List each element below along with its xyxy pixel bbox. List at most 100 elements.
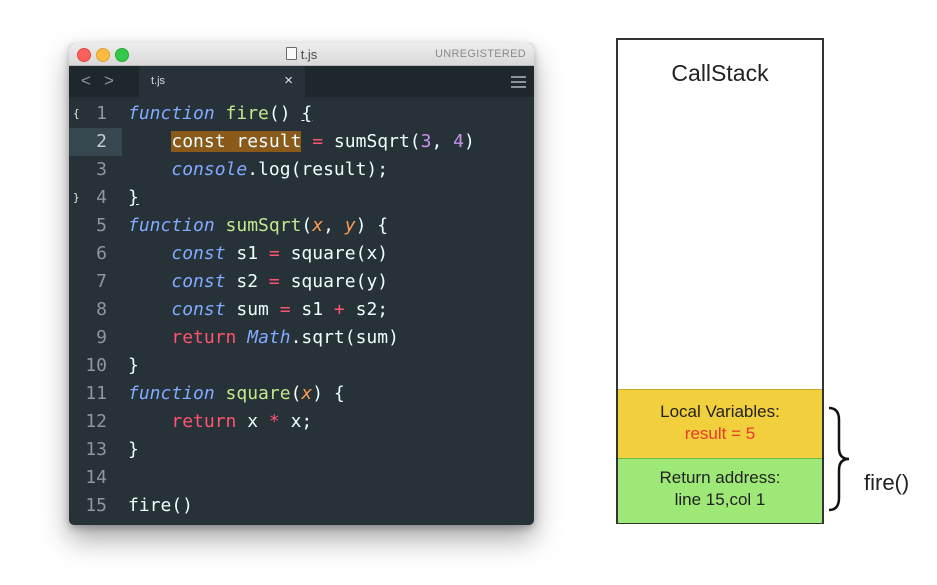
code-token: + bbox=[333, 299, 345, 320]
code-token: function bbox=[128, 103, 215, 124]
code-token: ) { bbox=[355, 215, 389, 236]
line-number: 15 bbox=[85, 495, 107, 516]
code-token: y bbox=[344, 215, 356, 236]
code-line[interactable]: 14 bbox=[69, 464, 534, 492]
line-number: 4 bbox=[96, 187, 107, 208]
code-token: , bbox=[323, 215, 345, 236]
code-token: = bbox=[301, 131, 324, 152]
code-token: fire() bbox=[128, 495, 194, 516]
line-number: 10 bbox=[85, 355, 107, 376]
tab-t-js[interactable]: t.js × bbox=[139, 66, 305, 97]
code-token: 4 bbox=[453, 131, 465, 152]
code-token: square bbox=[214, 383, 291, 404]
code-token: () bbox=[268, 103, 302, 124]
code-text: fire() bbox=[128, 492, 193, 520]
code-line[interactable]: 5 function sumSqrt(x, y) { bbox=[69, 212, 534, 240]
code-line[interactable]: 13} bbox=[69, 436, 534, 464]
line-number: 3 bbox=[96, 159, 107, 180]
code-token: x bbox=[236, 411, 269, 432]
code-token: ( bbox=[301, 215, 313, 236]
code-token: .sqrt(sum) bbox=[290, 327, 399, 348]
code-token: , bbox=[431, 131, 454, 152]
close-tab-icon[interactable]: × bbox=[284, 72, 293, 89]
hamburger-menu-icon[interactable] bbox=[511, 76, 526, 91]
line-number: 7 bbox=[96, 271, 107, 292]
code-token: square(y) bbox=[279, 271, 389, 292]
code-text: function fire() { bbox=[128, 100, 312, 128]
code-token: } bbox=[128, 355, 139, 376]
code-line[interactable]: {1 function fire() { bbox=[69, 100, 534, 128]
unregistered-badge: UNREGISTERED bbox=[435, 48, 526, 60]
code-token: x; bbox=[279, 411, 313, 432]
code-token: const bbox=[171, 299, 226, 320]
return-address-label: Return address: bbox=[659, 468, 781, 487]
code-text: } bbox=[128, 436, 139, 464]
code-token: Math bbox=[236, 327, 291, 348]
code-line[interactable]: 3 console.log(result); bbox=[69, 156, 534, 184]
code-line[interactable]: 8 const sum = s1 + s2; bbox=[69, 296, 534, 324]
code-token: sumSqrt bbox=[214, 215, 302, 236]
stack-frame-name: fire() bbox=[864, 470, 910, 495]
local-variables-frame: Local Variables: result = 5 bbox=[618, 389, 822, 458]
code-token: return bbox=[171, 411, 237, 432]
line-number: 11 bbox=[85, 383, 107, 404]
code-line[interactable]: } 4} bbox=[69, 184, 534, 212]
tab-bar: < > t.js × bbox=[69, 66, 534, 97]
code-token: .log(result); bbox=[247, 159, 389, 180]
tab-label: t.js bbox=[151, 75, 166, 87]
return-address-value: line 15,col 1 bbox=[674, 490, 766, 509]
code-token: sum bbox=[225, 299, 280, 320]
code-token: = bbox=[268, 243, 280, 264]
code-token: s1 bbox=[290, 299, 334, 320]
code-token: s1 bbox=[225, 243, 269, 264]
back-arrow-icon[interactable]: < bbox=[81, 71, 91, 91]
code-token: x bbox=[312, 215, 324, 236]
code-line[interactable]: 12 return x * x; bbox=[69, 408, 534, 436]
code-text: return Math.sqrt(sum) bbox=[128, 324, 399, 352]
code-line[interactable]: 11 function square(x) { bbox=[69, 380, 534, 408]
code-token: = bbox=[279, 299, 291, 320]
return-address-frame: Return address: line 15,col 1 bbox=[618, 458, 822, 523]
line-number: 9 bbox=[96, 327, 107, 348]
code-token: = bbox=[268, 271, 280, 292]
code-token: fire bbox=[214, 103, 269, 124]
file-icon bbox=[285, 47, 297, 60]
code-token: const result bbox=[171, 131, 302, 152]
line-number: 12 bbox=[85, 411, 107, 432]
curly-brace-icon bbox=[828, 406, 850, 512]
local-variables-label: Local Variables: bbox=[660, 402, 780, 421]
code-line[interactable]: 2 const result = sumSqrt(3, 4) bbox=[69, 128, 534, 156]
line-number: 8 bbox=[96, 299, 107, 320]
local-variables-value: result = 5 bbox=[684, 424, 756, 443]
code-line[interactable]: 7 const s2 = square(y) bbox=[69, 268, 534, 296]
code-token: ) { bbox=[312, 383, 345, 404]
forward-arrow-icon[interactable]: > bbox=[104, 71, 114, 91]
code-token: } bbox=[128, 439, 139, 460]
code-line[interactable]: 15 fire() bbox=[69, 492, 534, 520]
code-token: function bbox=[128, 383, 215, 404]
title-bar: t.js UNREGISTERED bbox=[69, 43, 534, 66]
code-token: return bbox=[171, 327, 237, 348]
code-token: const bbox=[171, 243, 226, 264]
code-text: const s1 = square(x) bbox=[128, 240, 388, 268]
code-token: x bbox=[301, 383, 313, 404]
code-token: ( bbox=[290, 383, 302, 404]
call-stack: CallStack Local Variables: result = 5 Re… bbox=[616, 38, 824, 524]
line-number: 14 bbox=[85, 467, 107, 488]
editor-window: t.js UNREGISTERED < > t.js × {1 function … bbox=[69, 43, 534, 525]
code-line[interactable]: 10} bbox=[69, 352, 534, 380]
code-line[interactable]: 9 return Math.sqrt(sum) bbox=[69, 324, 534, 352]
code-token: { bbox=[301, 103, 313, 124]
code-token: s2 bbox=[225, 271, 269, 292]
code-line[interactable]: 6 const s1 = square(x) bbox=[69, 240, 534, 268]
line-number: 13 bbox=[85, 439, 107, 460]
code-token: function bbox=[128, 215, 215, 236]
code-text: console.log(result); bbox=[128, 156, 388, 184]
code-editor[interactable]: {1 function fire() {2 const result = sumS… bbox=[69, 100, 534, 525]
